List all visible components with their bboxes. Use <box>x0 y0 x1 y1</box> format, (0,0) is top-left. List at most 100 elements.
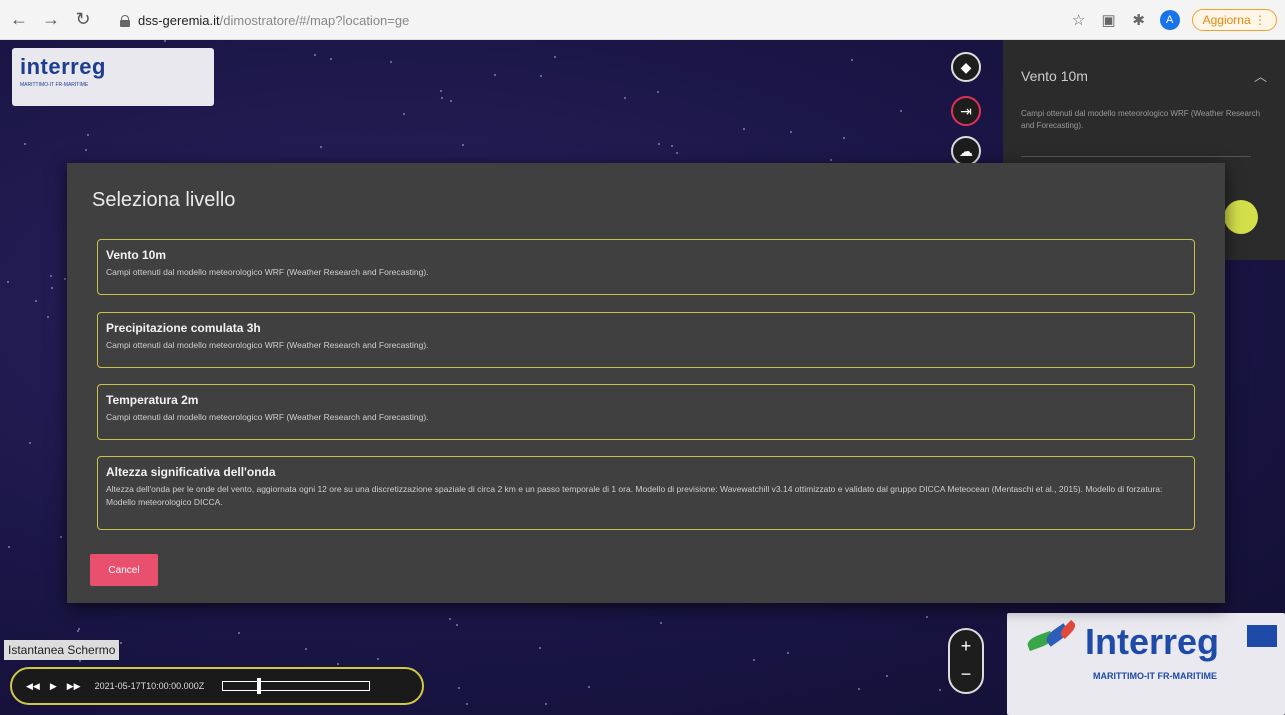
map-star <box>87 134 89 136</box>
snapshot-label[interactable]: Istantanea Schermo <box>4 640 120 660</box>
layer-info-description: Campi ottenuti dal modello meteorologico… <box>1021 109 1261 130</box>
map-star <box>330 58 332 60</box>
map-star <box>540 75 542 77</box>
forward-icon[interactable]: → <box>38 7 64 33</box>
time-player: ◀◀ ▶ ▶▶ 2021-05-17T10:00:00.000Z <box>10 667 424 705</box>
map-star <box>743 128 745 130</box>
lock-icon <box>120 14 130 27</box>
map-star <box>120 642 122 644</box>
map-star <box>787 652 789 654</box>
chevron-up-icon[interactable]: ︿ <box>1254 66 1267 85</box>
layer-option[interactable]: Altezza significativa dell'onda Altezza … <box>97 456 1195 530</box>
layer-option-description: Campi ottenuti dal modello meteorologico… <box>106 340 429 350</box>
cancel-button[interactable]: Cancel <box>90 554 158 586</box>
map-star <box>466 703 468 705</box>
update-label: Aggiorna <box>1202 13 1251 27</box>
interreg-logo-small: interreg MARITTIMO-IT FR-MARITIME <box>12 48 214 106</box>
layer-option-name: Vento 10m <box>106 248 167 262</box>
map-star <box>60 536 62 538</box>
map-star <box>47 316 49 318</box>
map-star <box>660 622 662 624</box>
map-star <box>462 144 464 146</box>
select-layer-dialog: Seleziona livello Vento 10m Campi ottenu… <box>67 163 1225 603</box>
map-star <box>79 660 81 662</box>
zoom-control: + − <box>948 628 984 694</box>
address-bar[interactable]: dss-geremia.it /dimostratore/#/map?locat… <box>108 6 1088 34</box>
layer-option-description: Campi ottenuti dal modello meteorologico… <box>106 267 429 277</box>
map-star <box>939 689 941 691</box>
map-star <box>886 675 888 677</box>
layer-option-name: Precipitazione comulata 3h <box>106 321 261 335</box>
map-star <box>377 658 379 660</box>
url-host: dss-geremia.it <box>138 12 220 28</box>
map-star <box>456 624 458 626</box>
map-star <box>7 281 9 283</box>
map-star <box>305 648 307 650</box>
map-star <box>238 632 240 634</box>
map-star <box>753 659 755 661</box>
map-star <box>403 113 405 115</box>
map-star <box>390 61 392 63</box>
divider <box>1021 156 1251 157</box>
map-star <box>450 100 452 102</box>
map-star <box>900 110 902 112</box>
logout-icon[interactable]: ⇥ <box>951 96 981 126</box>
dialog-title: Seleziona livello <box>92 189 236 211</box>
legend-toggle-button[interactable] <box>1224 200 1258 234</box>
map-star <box>588 686 590 688</box>
map-star <box>539 647 541 649</box>
map-star <box>545 703 547 705</box>
map-star <box>624 97 626 99</box>
map-star <box>8 546 10 548</box>
logo-small-word: interreg <box>20 54 106 79</box>
map-star <box>671 145 673 147</box>
map-star <box>50 275 52 277</box>
back-icon[interactable]: ← <box>6 7 32 33</box>
map-star <box>843 137 845 139</box>
reload-icon[interactable]: ↻ <box>70 7 96 33</box>
profile-avatar[interactable]: A <box>1159 10 1180 30</box>
map-star <box>29 442 31 444</box>
logo-large-subtitle: MARITTIMO-IT FR-MARITIME <box>1093 671 1217 681</box>
logo-leaf-red <box>1058 619 1078 640</box>
fast-forward-icon[interactable]: ▶▶ <box>67 681 81 692</box>
zoom-in-button[interactable]: + <box>950 636 982 657</box>
map-star <box>851 59 853 61</box>
update-button[interactable]: Aggiorna ⋮ <box>1191 9 1277 31</box>
map-star <box>24 143 26 145</box>
layer-option-name: Altezza significativa dell'onda <box>106 465 276 479</box>
layer-info-title: Vento 10m <box>1021 68 1088 84</box>
browser-toolbar: ← → ↻ dss-geremia.it /dimostratore/#/map… <box>0 0 1285 40</box>
layer-option[interactable]: Vento 10m Campi ottenuti dal modello met… <box>97 239 1195 295</box>
layer-option[interactable]: Temperatura 2m Campi ottenuti dal modell… <box>97 384 1195 440</box>
puzzle-icon[interactable]: ✱ <box>1130 11 1148 29</box>
map-star <box>77 630 79 632</box>
map-star <box>164 40 166 42</box>
layer-option[interactable]: Precipitazione comulata 3h Campi ottenut… <box>97 312 1195 368</box>
extension-icon[interactable]: ▣ <box>1100 11 1118 29</box>
zoom-out-button[interactable]: − <box>950 664 982 685</box>
map-star <box>494 74 496 76</box>
map-star <box>658 143 660 145</box>
rewind-icon[interactable]: ◀◀ <box>26 681 40 692</box>
eu-flag-icon <box>1247 625 1277 647</box>
map-star <box>314 54 316 56</box>
play-icon[interactable]: ▶ <box>50 681 57 692</box>
logo-large-word: Interreg <box>1085 621 1220 662</box>
time-slider-handle[interactable] <box>257 678 262 694</box>
map-star <box>35 300 37 302</box>
interreg-logo-large: Interreg MARITTIMO-IT FR-MARITIME <box>1007 613 1285 715</box>
time-slider[interactable] <box>222 678 371 694</box>
url-path: /dimostratore/#/map?location=ge <box>219 12 410 28</box>
map-star <box>449 618 451 620</box>
map-star <box>51 287 53 289</box>
layer-option-description: Campi ottenuti dal modello meteorologico… <box>106 412 429 422</box>
map-star <box>85 149 87 151</box>
star-icon[interactable]: ☆ <box>1070 11 1088 29</box>
weather-icon[interactable]: ☁ <box>951 136 981 166</box>
layers-icon[interactable]: ◆ <box>951 52 981 82</box>
map-star <box>657 91 659 93</box>
map-star <box>790 131 792 133</box>
timestamp: 2021-05-17T10:00:00.000Z <box>94 681 205 691</box>
layer-option-name: Temperatura 2m <box>106 393 199 407</box>
